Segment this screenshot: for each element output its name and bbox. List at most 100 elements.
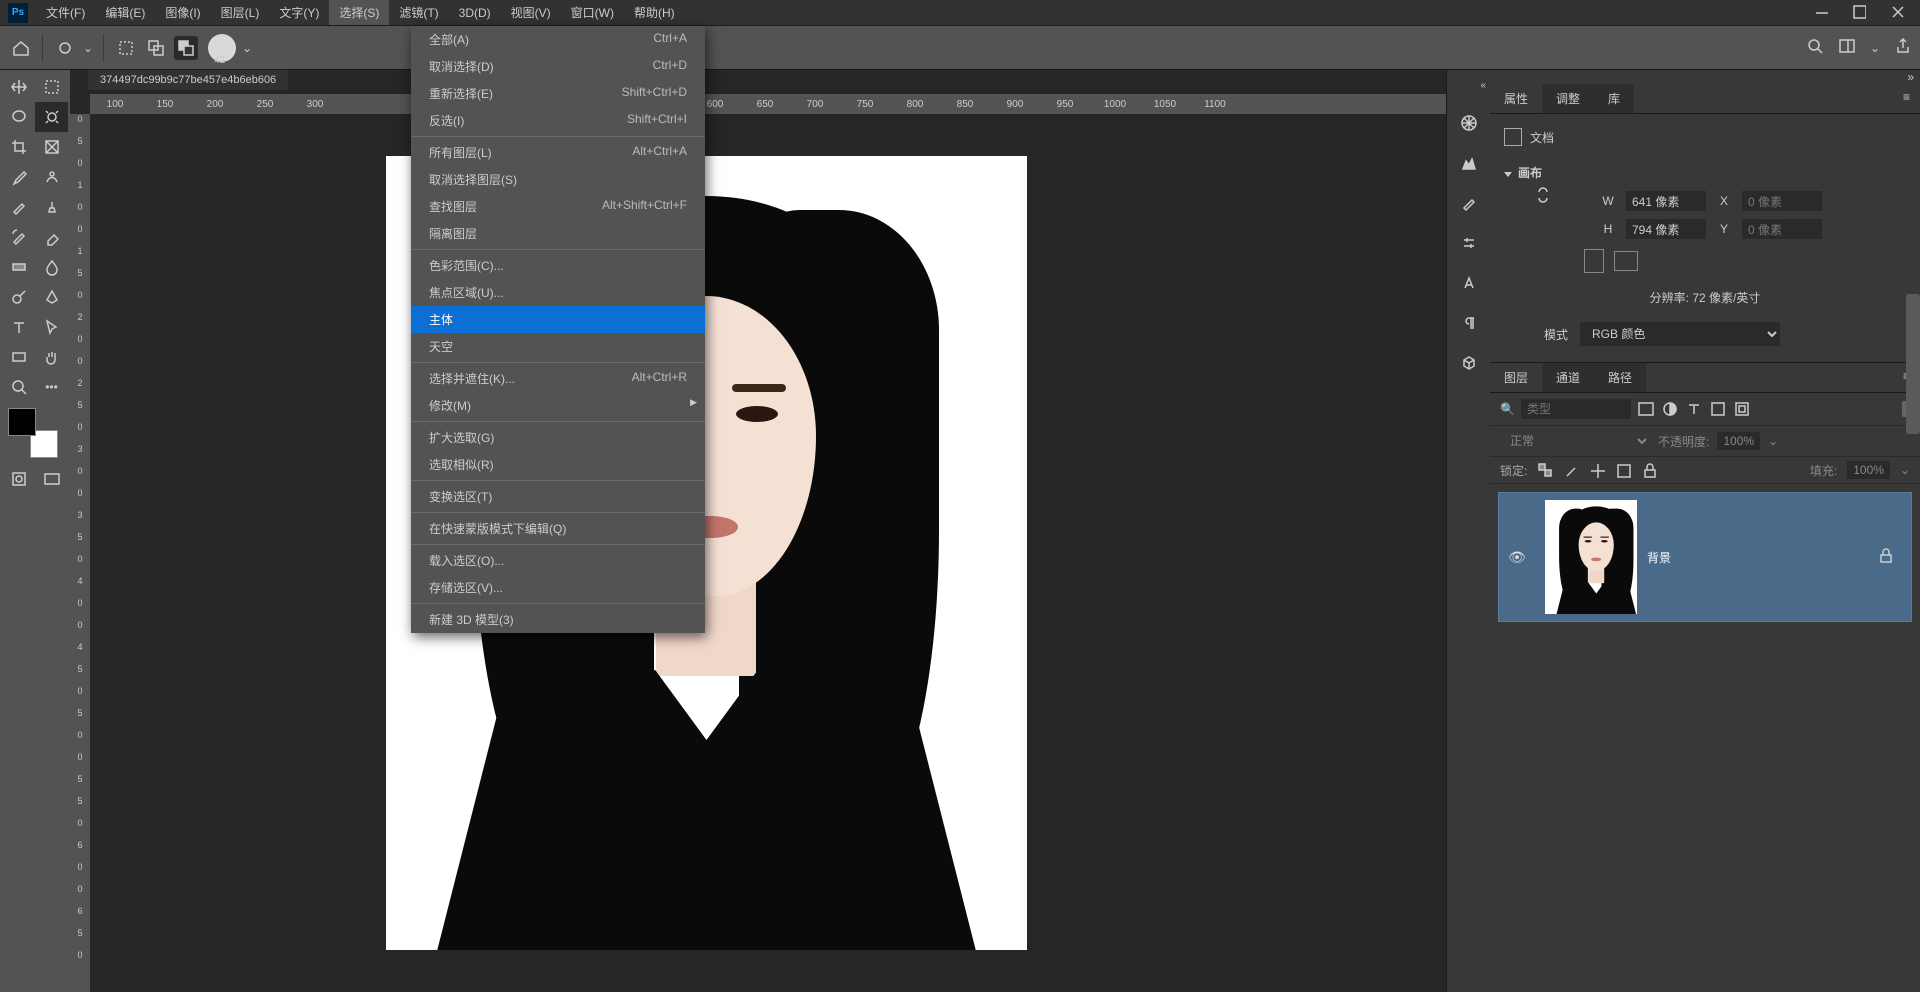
menu-5[interactable]: 选择(S) (329, 0, 389, 25)
subtract-selection-icon[interactable] (174, 36, 198, 60)
filter-image-icon[interactable] (1637, 400, 1655, 418)
menu-item[interactable]: 扩大选取(G) (411, 424, 705, 451)
foreground-color[interactable] (8, 408, 36, 436)
lock-all-icon[interactable] (1641, 462, 1657, 478)
eyedropper-tool[interactable] (2, 162, 35, 192)
lock-icon[interactable] (1877, 547, 1895, 568)
menu-10[interactable]: 帮助(H) (624, 0, 685, 25)
histogram-icon[interactable] (1457, 151, 1481, 175)
maximize-button[interactable] (1852, 6, 1866, 20)
menu-item[interactable]: 天空 (411, 333, 705, 360)
dropdown-icon[interactable]: ⌄ (83, 41, 93, 55)
menu-item[interactable]: 载入选区(O)... (411, 547, 705, 574)
menu-item[interactable]: 所有图层(L)Alt+Ctrl+A (411, 139, 705, 166)
menu-item[interactable]: 色彩范围(C)... (411, 252, 705, 279)
menu-9[interactable]: 窗口(W) (561, 0, 624, 25)
tab-properties[interactable]: 属性 (1490, 84, 1542, 113)
tab-adjustments[interactable]: 调整 (1542, 84, 1594, 113)
filter-smart-icon[interactable] (1733, 400, 1751, 418)
filter-shape-icon[interactable] (1709, 400, 1727, 418)
menu-item[interactable]: 取消选择(D)Ctrl+D (411, 53, 705, 80)
y-input[interactable] (1742, 219, 1822, 239)
visibility-icon[interactable] (1508, 549, 1526, 566)
layer-filter-select[interactable] (1521, 399, 1631, 419)
marquee-tool[interactable] (35, 72, 68, 102)
menu-8[interactable]: 视图(V) (501, 0, 561, 25)
tab-libraries[interactable]: 库 (1594, 84, 1634, 113)
filter-type-icon[interactable] (1685, 400, 1703, 418)
path-select-tool[interactable] (35, 312, 68, 342)
color-swatches[interactable] (8, 408, 58, 458)
menu-item[interactable]: 反选(I)Shift+Ctrl+I (411, 107, 705, 134)
tab-layers[interactable]: 图层 (1490, 363, 1542, 392)
brushes-panel-icon[interactable] (1457, 191, 1481, 215)
tab-paths[interactable]: 路径 (1594, 363, 1646, 392)
filter-adjust-icon[interactable] (1661, 400, 1679, 418)
menu-item[interactable]: 在快速蒙版模式下编辑(Q) (411, 515, 705, 542)
type-tool[interactable] (2, 312, 35, 342)
stamp-tool[interactable] (35, 192, 68, 222)
dropdown-icon[interactable]: ⌄ (1870, 41, 1880, 55)
edit-toolbar[interactable]: ••• (35, 372, 68, 402)
collapse-icon[interactable]: » (1907, 70, 1914, 84)
menu-item[interactable]: 查找图层Alt+Shift+Ctrl+F (411, 193, 705, 220)
adjustments-icon[interactable] (1457, 231, 1481, 255)
dropdown-icon[interactable]: ⌄ (242, 41, 252, 55)
blend-mode-select[interactable]: 正常 (1500, 430, 1650, 452)
menu-4[interactable]: 文字(Y) (269, 0, 329, 25)
link-icon[interactable] (1534, 187, 1550, 219)
dodge-tool[interactable] (2, 282, 35, 312)
brush-tool[interactable] (2, 192, 35, 222)
layer-row[interactable]: 背景 (1498, 492, 1912, 622)
color-mode-select[interactable]: RGB 颜色 (1580, 322, 1780, 346)
menu-item[interactable]: 存储选区(V)... (411, 574, 705, 601)
history-brush-tool[interactable] (2, 222, 35, 252)
menu-item[interactable]: 选取相似(R) (411, 451, 705, 478)
lock-transparency-icon[interactable] (1537, 462, 1553, 478)
workspace-icon[interactable] (1838, 37, 1856, 58)
landscape-orientation[interactable] (1614, 251, 1638, 271)
paragraph-panel-icon[interactable] (1457, 311, 1481, 335)
lock-position-icon[interactable] (1589, 462, 1605, 478)
menu-item[interactable]: 隔离图层 (411, 220, 705, 247)
chevron-down-icon[interactable] (1504, 166, 1512, 180)
crop-tool[interactable] (2, 132, 35, 162)
close-button[interactable] (1890, 6, 1904, 20)
tool-preset-icon[interactable] (53, 36, 77, 60)
hand-tool[interactable] (35, 342, 68, 372)
opacity-value[interactable]: 100% (1717, 432, 1760, 450)
gradient-tool[interactable] (2, 252, 35, 282)
healing-tool[interactable] (35, 162, 68, 192)
lock-artboard-icon[interactable] (1615, 462, 1631, 478)
3d-panel-icon[interactable] (1457, 351, 1481, 375)
menu-item[interactable]: 焦点区域(U)... (411, 279, 705, 306)
zoom-tool[interactable] (2, 372, 35, 402)
menu-0[interactable]: 文件(F) (36, 0, 95, 25)
height-input[interactable] (1626, 219, 1706, 239)
pen-tool[interactable] (35, 282, 68, 312)
layer-name[interactable]: 背景 (1647, 549, 1877, 566)
character-panel-icon[interactable] (1457, 271, 1481, 295)
quick-mask-tool[interactable] (2, 464, 35, 494)
menu-2[interactable]: 图像(I) (155, 0, 210, 25)
add-selection-icon[interactable] (144, 36, 168, 60)
menu-3[interactable]: 图层(L) (211, 0, 270, 25)
tab-channels[interactable]: 通道 (1542, 363, 1594, 392)
menu-item[interactable]: 重新选择(E)Shift+Ctrl+D (411, 80, 705, 107)
width-input[interactable] (1626, 191, 1706, 211)
portrait-orientation[interactable] (1584, 249, 1604, 273)
share-icon[interactable] (1894, 37, 1912, 58)
menu-item[interactable]: 全部(A)Ctrl+A (411, 26, 705, 53)
fill-value[interactable]: 100% (1847, 461, 1890, 479)
search-icon[interactable] (1806, 37, 1824, 58)
menu-6[interactable]: 滤镜(T) (389, 0, 448, 25)
menu-item[interactable]: 取消选择图层(S) (411, 166, 705, 193)
rectangle-tool[interactable] (2, 342, 35, 372)
eraser-tool[interactable] (35, 222, 68, 252)
canvas-viewport[interactable] (90, 114, 1446, 992)
panel-menu-icon[interactable]: ≡ (1893, 84, 1920, 113)
document-tab[interactable]: 374497dc99b9c77be457e4b6eb606 (88, 70, 288, 90)
blur-tool[interactable] (35, 252, 68, 282)
menu-item[interactable]: 修改(M) (411, 392, 705, 419)
menu-item[interactable]: 新建 3D 模型(3) (411, 606, 705, 633)
